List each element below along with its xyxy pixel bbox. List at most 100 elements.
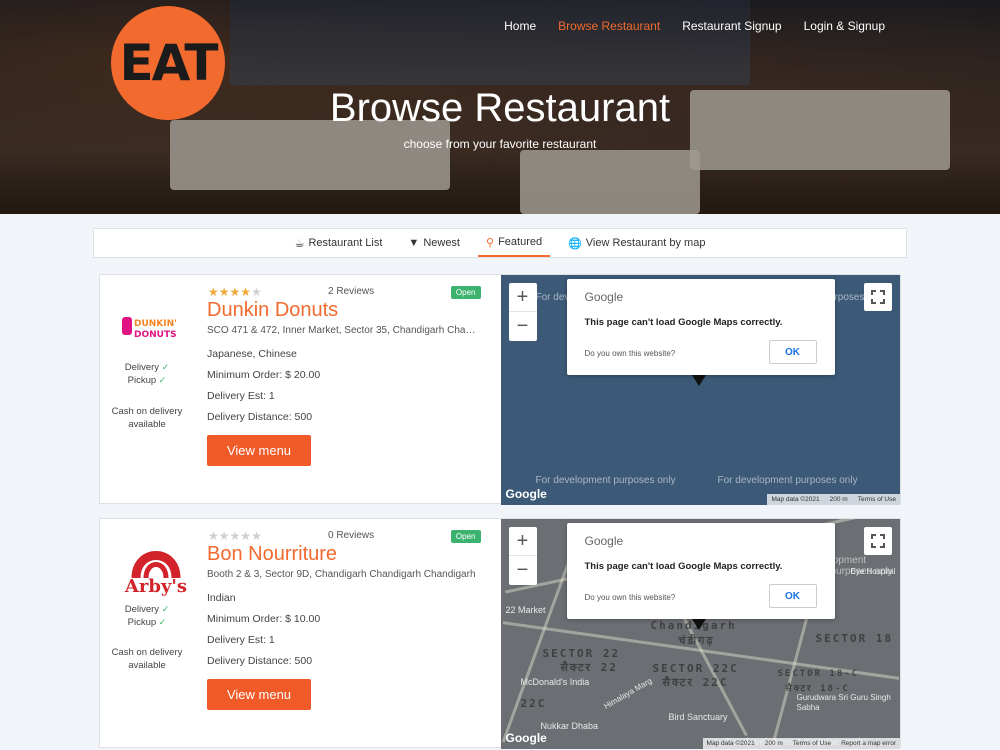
pickup-label: Pickup	[127, 617, 157, 628]
map-sector-label: सैक्टर 22C	[662, 676, 729, 689]
top-nav: Home Browse Restaurant Restaurant Signup…	[504, 19, 885, 33]
terms-link[interactable]: Terms of Use	[858, 496, 896, 503]
report-map-error-link[interactable]: Report a map error	[841, 740, 896, 747]
restaurant-name[interactable]: Dunkin Donuts	[207, 299, 338, 322]
dev-watermark: For development purposes only	[535, 475, 676, 486]
star-icon: ★	[218, 529, 230, 543]
restaurant-info: DUNKIN' DONUTS Delivery ✓ Pickup ✓ Cash …	[100, 275, 501, 503]
dialog-message: This page can't load Google Maps correct…	[584, 317, 783, 328]
map-sector-label: 22C	[520, 697, 547, 710]
tab-label: Restaurant List	[308, 237, 383, 249]
arbys-logo: Arby's	[110, 541, 202, 601]
star-icon: ★	[218, 285, 230, 299]
nav-restaurant-signup[interactable]: Restaurant Signup	[682, 19, 781, 33]
zoom-in-button[interactable]: +	[508, 283, 537, 312]
zoom-in-button[interactable]: +	[508, 527, 537, 556]
map-street-label: Himalaya Marg	[601, 676, 653, 711]
globe-icon: 🌐	[568, 237, 582, 250]
google-logo[interactable]: Google	[506, 731, 547, 745]
restaurant-address: SCO 471 & 472, Inner Market, Sector 35, …	[207, 325, 477, 336]
fullscreen-button[interactable]	[864, 527, 892, 555]
map-attribution: Map data ©2021 200 m Terms of Use Report…	[702, 738, 900, 749]
minimum-order: Minimum Order: $ 20.00	[207, 369, 321, 381]
dialog-ok-button[interactable]: OK	[768, 340, 817, 364]
map-scale: 200 m	[829, 496, 848, 503]
svg-text:DONUTS: DONUTS	[134, 330, 177, 340]
status-badge: Open	[450, 286, 481, 299]
google-logo[interactable]: Google	[506, 487, 547, 501]
star-rating: ★★★★★	[208, 529, 262, 543]
map-poi-label: Gurudwara Sri Guru Singh Sabha	[796, 693, 891, 712]
service-options: Delivery ✓ Pickup ✓	[100, 603, 194, 629]
tab-featured[interactable]: ⚲ Featured	[478, 229, 551, 257]
dialog-question: Do you own this website?	[584, 349, 676, 358]
check-icon: ✓	[158, 617, 167, 627]
fullscreen-icon	[871, 290, 885, 304]
delivery-label: Delivery	[124, 604, 160, 615]
check-icon: ✓	[161, 362, 170, 372]
service-options: Delivery ✓ Pickup ✓	[100, 361, 194, 387]
tab-view-by-map[interactable]: 🌐 View Restaurant by map	[560, 229, 713, 257]
view-menu-button[interactable]: View menu	[207, 679, 311, 710]
star-rating: ★★★★★	[208, 285, 262, 299]
zoom-out-button[interactable]: −	[509, 556, 537, 585]
map-poi-label: McDonald's India	[520, 677, 590, 687]
filter-tabs: ☕ Restaurant List ▼ Newest ⚲ Featured 🌐 …	[93, 228, 907, 258]
restaurant-map[interactable]: Chandigarh चंडीगढ़ SECTOR 22 सैक्टर 22 S…	[500, 519, 900, 749]
hero-banner: EAT Home Browse Restaurant Restaurant Si…	[0, 0, 1000, 214]
delivery-distance: Delivery Distance: 500	[207, 411, 313, 423]
star-icon: ★	[208, 285, 219, 299]
fullscreen-button[interactable]	[864, 283, 892, 311]
cuisine: Japanese, Chinese	[207, 348, 297, 360]
pickup-label: Pickup	[127, 375, 157, 386]
dialog-message: This page can't load Google Maps correct…	[584, 561, 783, 572]
reviews-count[interactable]: 2 Reviews	[328, 286, 374, 297]
map-marker-icon[interactable]	[691, 619, 706, 630]
map-poi-label: 22 Market	[505, 605, 546, 615]
restaurant-name[interactable]: Bon Nourriture	[207, 543, 337, 566]
nav-browse-restaurant[interactable]: Browse Restaurant	[558, 19, 660, 33]
map-sector-label: सैक्टर 22	[560, 661, 618, 674]
dialog-question: Do you own this website?	[584, 593, 676, 602]
tab-label: View Restaurant by map	[585, 237, 706, 249]
cod-label: Cash on delivery available	[111, 647, 183, 671]
view-menu-button[interactable]: View menu	[207, 435, 311, 466]
maps-error-dialog: Google This page can't load Google Maps …	[566, 279, 835, 375]
star-icon: ★	[229, 285, 241, 299]
dev-watermark: lopment purposes only	[830, 555, 893, 577]
delivery-estimate: Delivery Est: 1	[207, 634, 275, 646]
terms-link[interactable]: Terms of Use	[793, 740, 831, 747]
zoom-out-button[interactable]: −	[509, 312, 537, 341]
map-sector-label: SECTOR 22	[542, 647, 621, 660]
map-attribution: Map data ©2021 200 m Terms of Use	[767, 494, 900, 505]
delivery-estimate: Delivery Est: 1	[207, 390, 275, 402]
zoom-control: + −	[508, 283, 537, 341]
tab-newest[interactable]: ▼ Newest	[400, 229, 468, 257]
tab-restaurant-list[interactable]: ☕ Restaurant List	[287, 229, 391, 257]
tab-label: Featured	[498, 236, 543, 248]
nav-login-signup[interactable]: Login & Signup	[804, 19, 885, 33]
star-icon: ★	[208, 529, 219, 543]
restaurant-card: Arby's Delivery ✓ Pickup ✓ Cash on deliv…	[99, 518, 901, 749]
nav-home[interactable]: Home	[504, 19, 536, 33]
dialog-ok-button[interactable]: OK	[768, 584, 817, 608]
dev-watermark: For development purposes only	[717, 475, 858, 486]
restaurant-card: DUNKIN' DONUTS Delivery ✓ Pickup ✓ Cash …	[99, 274, 901, 505]
check-icon: ✓	[161, 604, 170, 614]
check-icon: ✓	[158, 375, 167, 385]
delivery-distance: Delivery Distance: 500	[207, 655, 313, 667]
maps-error-dialog: Google This page can't load Google Maps …	[566, 523, 835, 619]
star-icon: ★	[229, 529, 241, 543]
page-subtitle: choose from your favorite restaurant	[403, 137, 597, 151]
map-data-text: Map data ©2021	[771, 496, 820, 503]
restaurant-map[interactable]: For development purposes only For develo…	[500, 275, 900, 505]
map-marker-icon[interactable]	[691, 375, 706, 386]
restaurant-address: Booth 2 & 3, Sector 9D, Chandigarh Chand…	[207, 569, 476, 580]
map-poi-label: Nukkar Dhaba	[540, 721, 599, 731]
map-sector-label: SECTOR 18	[815, 632, 894, 645]
reviews-count[interactable]: 0 Reviews	[328, 530, 374, 541]
dialog-google-brand: Google	[584, 290, 624, 304]
map-scale: 200 m	[764, 740, 783, 747]
zoom-control: + −	[508, 527, 537, 585]
svg-text:DUNKIN': DUNKIN'	[134, 319, 177, 329]
